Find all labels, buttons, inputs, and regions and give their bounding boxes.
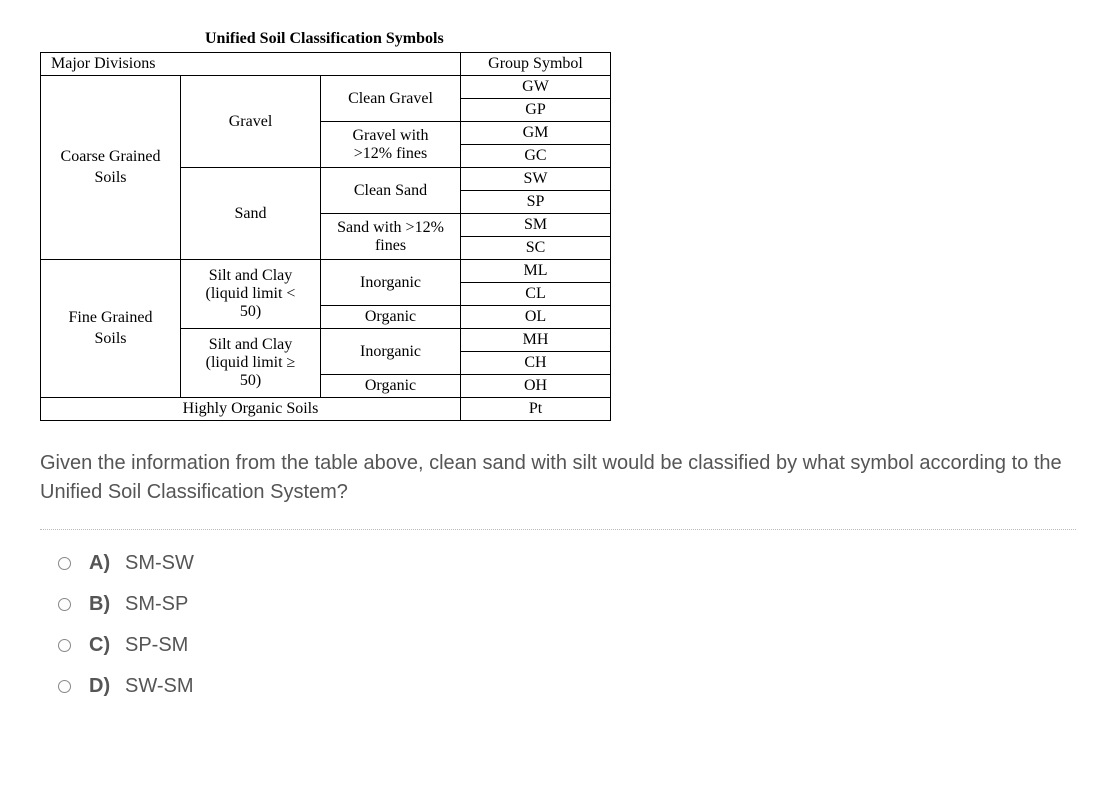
header-group: Group Symbol bbox=[461, 53, 611, 76]
option-d[interactable]: D) SW-SM bbox=[58, 675, 1076, 698]
sym-oh: OH bbox=[461, 375, 611, 398]
option-text: SM-SW bbox=[125, 552, 194, 575]
sym-gp: GP bbox=[461, 99, 611, 122]
sub-highll: Silt and Clay (liquid limit ≥ 50) bbox=[181, 329, 321, 398]
sub2-lowll-inorg: Inorganic bbox=[321, 260, 461, 306]
option-text: SW-SM bbox=[125, 675, 194, 698]
sym-sm: SM bbox=[461, 214, 611, 237]
sym-sw: SW bbox=[461, 168, 611, 191]
radio-icon[interactable] bbox=[58, 557, 71, 570]
sub2-sand-fines: Sand with >12% fines bbox=[321, 214, 461, 260]
sub2-lowll-org: Organic bbox=[321, 306, 461, 329]
sub2-highll-inorg: Inorganic bbox=[321, 329, 461, 375]
major-fine: Fine Grained Soils bbox=[41, 260, 181, 398]
classification-table: Major Divisions Group Symbol Coarse Grai… bbox=[40, 52, 611, 421]
option-letter: A) bbox=[89, 552, 115, 575]
sym-sc: SC bbox=[461, 237, 611, 260]
table-row: Coarse Grained Soils Gravel Clean Gravel… bbox=[41, 76, 611, 99]
sub-gravel: Gravel bbox=[181, 76, 321, 168]
sym-ol: OL bbox=[461, 306, 611, 329]
sym-cl: CL bbox=[461, 283, 611, 306]
option-letter: D) bbox=[89, 675, 115, 698]
sub-lowll: Silt and Clay (liquid limit < 50) bbox=[181, 260, 321, 329]
sym-mh: MH bbox=[461, 329, 611, 352]
option-a[interactable]: A) SM-SW bbox=[58, 552, 1076, 575]
sub2-clean-sand: Clean Sand bbox=[321, 168, 461, 214]
option-letter: C) bbox=[89, 634, 115, 657]
sym-ml: ML bbox=[461, 260, 611, 283]
question-text: Given the information from the table abo… bbox=[40, 449, 1076, 507]
sub2-clean-gravel: Clean Gravel bbox=[321, 76, 461, 122]
option-text: SM-SP bbox=[125, 593, 188, 616]
divider bbox=[40, 529, 1076, 530]
table-title: Unified Soil Classification Symbols bbox=[205, 30, 1076, 48]
table-header-row: Major Divisions Group Symbol bbox=[41, 53, 611, 76]
sym-gc: GC bbox=[461, 145, 611, 168]
header-major: Major Divisions bbox=[41, 53, 461, 76]
sub-sand: Sand bbox=[181, 168, 321, 260]
radio-icon[interactable] bbox=[58, 680, 71, 693]
option-c[interactable]: C) SP-SM bbox=[58, 634, 1076, 657]
option-letter: B) bbox=[89, 593, 115, 616]
sym-sp: SP bbox=[461, 191, 611, 214]
sub2-highll-org: Organic bbox=[321, 375, 461, 398]
radio-icon[interactable] bbox=[58, 598, 71, 611]
sym-gm: GM bbox=[461, 122, 611, 145]
sym-ch: CH bbox=[461, 352, 611, 375]
sym-gw: GW bbox=[461, 76, 611, 99]
organic-soils-label: Highly Organic Soils bbox=[41, 398, 461, 421]
option-b[interactable]: B) SM-SP bbox=[58, 593, 1076, 616]
major-coarse: Coarse Grained Soils bbox=[41, 76, 181, 260]
sym-pt: Pt bbox=[461, 398, 611, 421]
option-text: SP-SM bbox=[125, 634, 188, 657]
radio-icon[interactable] bbox=[58, 639, 71, 652]
sub2-gravel-fines: Gravel with >12% fines bbox=[321, 122, 461, 168]
options-group: A) SM-SW B) SM-SP C) SP-SM D) SW-SM bbox=[58, 552, 1076, 698]
